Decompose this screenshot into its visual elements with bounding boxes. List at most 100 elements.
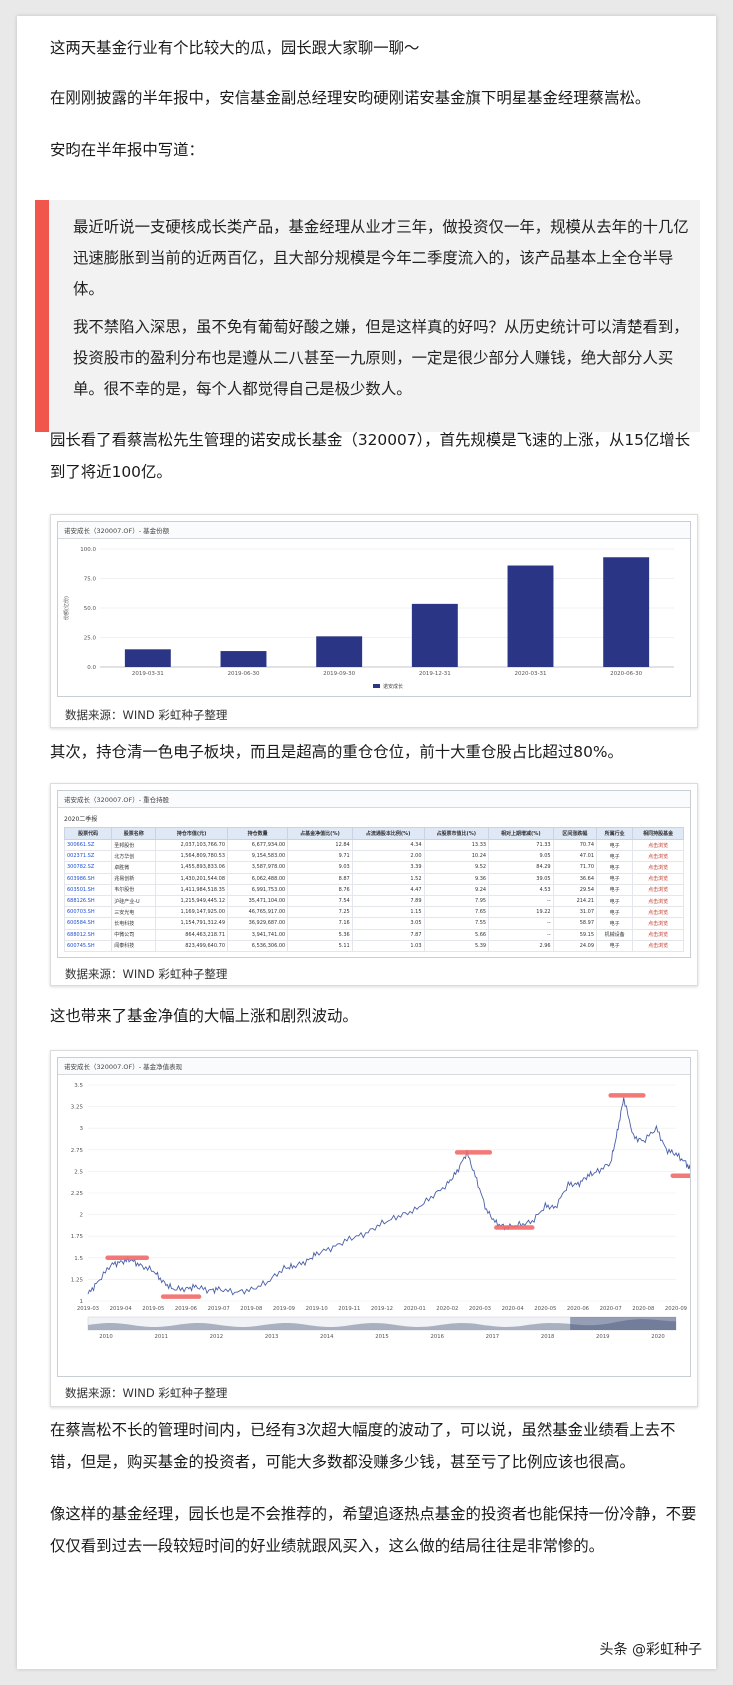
table-cell: 1.52 xyxy=(351,872,425,885)
navigator-year-label: 2016 xyxy=(430,1334,444,1340)
stock-code-link[interactable]: 002371.SZ xyxy=(63,850,113,863)
table-cell: 韦尔股份 xyxy=(111,883,157,896)
paragraph-intro: 这两天基金行业有个比较大的瓜，园长跟大家聊一聊～ xyxy=(50,39,420,57)
same-holding-link[interactable]: 点击浏览 xyxy=(632,928,684,941)
table-cell: 8.87 xyxy=(287,872,353,885)
table-cell: 2,037,103,766.70 xyxy=(155,838,228,852)
x-tick-label: 2019-12 xyxy=(371,1306,393,1312)
bar xyxy=(507,565,554,667)
stock-code-link[interactable]: 600703.SH xyxy=(63,906,113,919)
table-cell: 7.65 xyxy=(423,906,490,919)
x-tick-label: 2019-08 xyxy=(240,1306,263,1312)
figure-nav-chart: 诺安成长（320007.OF）- 基金净值表现 1 1.25 1.5 1.75 2 2.2… xyxy=(50,1050,705,1407)
y-tick-label: 2.25 xyxy=(71,1191,84,1197)
navigator-year-label: 2019 xyxy=(596,1334,609,1340)
table-cell: 5.39 xyxy=(423,939,490,952)
x-tick-label: 2019-03-31 xyxy=(132,671,164,677)
table-cell: 7.55 xyxy=(423,917,490,930)
table-cell: 4.34 xyxy=(351,838,425,852)
table-cell: 长电科技 xyxy=(111,917,157,930)
table-cell: 9.03 xyxy=(287,861,353,874)
x-tick-label: 2020-05 xyxy=(534,1306,556,1312)
table-cell: 1,411,984,518.35 xyxy=(155,883,228,896)
bar xyxy=(411,603,458,667)
x-tick-label: 2020-03-31 xyxy=(515,671,547,677)
stock-code-link[interactable]: 600584.SH xyxy=(63,917,113,930)
table-row: 600703.SH 三安光电 1,169,147,925.00 46,765,917.… xyxy=(63,906,684,919)
table-cell: 电子 xyxy=(596,894,634,908)
same-holding-link[interactable]: 点击浏览 xyxy=(632,861,684,874)
table-cell: 7.54 xyxy=(287,894,353,908)
stock-code-link[interactable]: 688012.SH xyxy=(63,928,113,941)
table-cell: 电子 xyxy=(596,861,634,874)
x-tick-label: 2019-10 xyxy=(306,1306,329,1312)
line-chart: 1 1.25 1.5 1.75 2 2.25 2.5 2.75 3 3.25 3.5 2019-03 2… xyxy=(71,1083,705,1340)
table-cell: 7.25 xyxy=(287,906,353,919)
y-tick-label: 3.5 xyxy=(74,1083,83,1089)
stock-code-link[interactable]: 600745.SH xyxy=(63,939,113,952)
table-cell: 864,463,218.71 xyxy=(155,928,228,941)
y-tick-label: 25.0 xyxy=(84,636,97,642)
table-cell: 3,587,978.00 xyxy=(226,861,289,874)
table-cell: 1,430,201,544.08 xyxy=(155,872,228,885)
same-holding-link[interactable]: 点击浏览 xyxy=(632,939,684,952)
table-cell: 北方华创 xyxy=(111,850,157,863)
line-chart-panel: 诺安成长（320007.OF）- 基金净值表现 1 1.25 1.5 1.75 2 2.2… xyxy=(57,1057,705,1377)
table-cell: 2.96 xyxy=(488,939,554,952)
same-holding-link[interactable]: 点击浏览 xyxy=(632,917,684,930)
navigator-selection xyxy=(570,1317,676,1330)
y-tick-label: 75.0 xyxy=(84,577,97,583)
paragraph-report: 在刚刚披露的半年报中，安信基金副总经理安昀硬刚诺安基金旗下明星基金经理蔡嵩松。 xyxy=(50,89,651,107)
table-cell: 5.36 xyxy=(287,928,353,941)
table-cell: 8.76 xyxy=(287,883,353,896)
table-header-cell: 股票代码 xyxy=(63,827,113,840)
table-cell: 3.39 xyxy=(351,861,425,874)
table-cell: 2.00 xyxy=(351,850,425,863)
table-header-cell: 相对上期增减(%) xyxy=(488,827,554,840)
table-cell: 9.05 xyxy=(488,850,554,863)
table-header-cell: 占基金净值比(%) xyxy=(287,827,353,840)
same-holding-link[interactable]: 点击浏览 xyxy=(632,838,684,852)
table-cell: 电子 xyxy=(596,917,634,930)
table-cell: 214.21 xyxy=(552,894,598,908)
navigator-year-label: 2015 xyxy=(375,1334,388,1340)
table-row: 603986.SH 兆易创新 1,430,201,544.08 6,062,488.0… xyxy=(63,872,684,885)
y-tick-label: 50.0 xyxy=(84,606,97,612)
bar-chart-title: 诺安成长（320007.OF）- 基金份额 xyxy=(58,522,690,539)
stock-code-link[interactable]: 300661.SZ xyxy=(63,838,113,852)
x-tick-label: 2020-06-30 xyxy=(610,671,642,677)
stock-code-link[interactable]: 603501.SH xyxy=(63,883,113,896)
table-cell: 36,929,687.00 xyxy=(226,917,289,930)
table-cell: 6,991,753.00 xyxy=(226,883,289,896)
table-row: 688126.SH 沪硅产业-U 1,215,949,445.12 35,471,10… xyxy=(63,894,684,908)
y-axis-label: 份额(亿份) xyxy=(63,596,70,620)
same-holding-link[interactable]: 点击浏览 xyxy=(632,894,684,908)
x-tick-label: 2019-09-30 xyxy=(323,671,355,677)
table-cell: 卓胜微 xyxy=(111,861,157,874)
table-cell: 电子 xyxy=(596,906,634,919)
y-tick-label: 1 xyxy=(80,1299,84,1305)
stock-code-link[interactable]: 603986.SH xyxy=(63,872,113,885)
quote-paragraph-2: 我不禁陷入深思，虽不免有葡萄好酸之嫌，但是这样真的好吗？从历史统计可以清楚看到，… xyxy=(73,318,689,398)
table-cell: 71.33 xyxy=(488,838,554,852)
x-tick-label: 2019-05 xyxy=(142,1306,164,1312)
same-holding-link[interactable]: 点击浏览 xyxy=(632,872,684,885)
x-tick-label: 2020-01 xyxy=(404,1306,426,1312)
same-holding-link[interactable]: 点击浏览 xyxy=(632,906,684,919)
table-cell: 机械设备 xyxy=(596,928,634,941)
same-holding-link[interactable]: 点击浏览 xyxy=(632,883,684,896)
x-tick-label: 2019-06 xyxy=(175,1306,198,1312)
table-header-row: 股票代码 股票名称 持仓市值(元) 持仓数量 占基金净值比(%) 占流通股本比例(%) 占股… xyxy=(63,827,684,840)
table-row: 300782.SZ 卓胜微 1,455,893,833.06 3,587,978.00… xyxy=(63,861,684,874)
table-cell: 电子 xyxy=(596,883,634,896)
table-cell: 4.53 xyxy=(488,883,554,896)
bar xyxy=(124,649,171,667)
stock-code-link[interactable]: 300782.SZ xyxy=(63,861,113,874)
navigator-year-label: 2017 xyxy=(486,1334,499,1340)
navigator-year-label: 2012 xyxy=(210,1334,223,1340)
table-row: 603501.SH 韦尔股份 1,411,984,518.35 6,991,753.0… xyxy=(63,883,684,896)
table-cell: 46,765,917.00 xyxy=(226,906,289,919)
stock-code-link[interactable]: 688126.SH xyxy=(63,894,113,908)
bar xyxy=(220,651,267,667)
same-holding-link[interactable]: 点击浏览 xyxy=(632,850,684,863)
